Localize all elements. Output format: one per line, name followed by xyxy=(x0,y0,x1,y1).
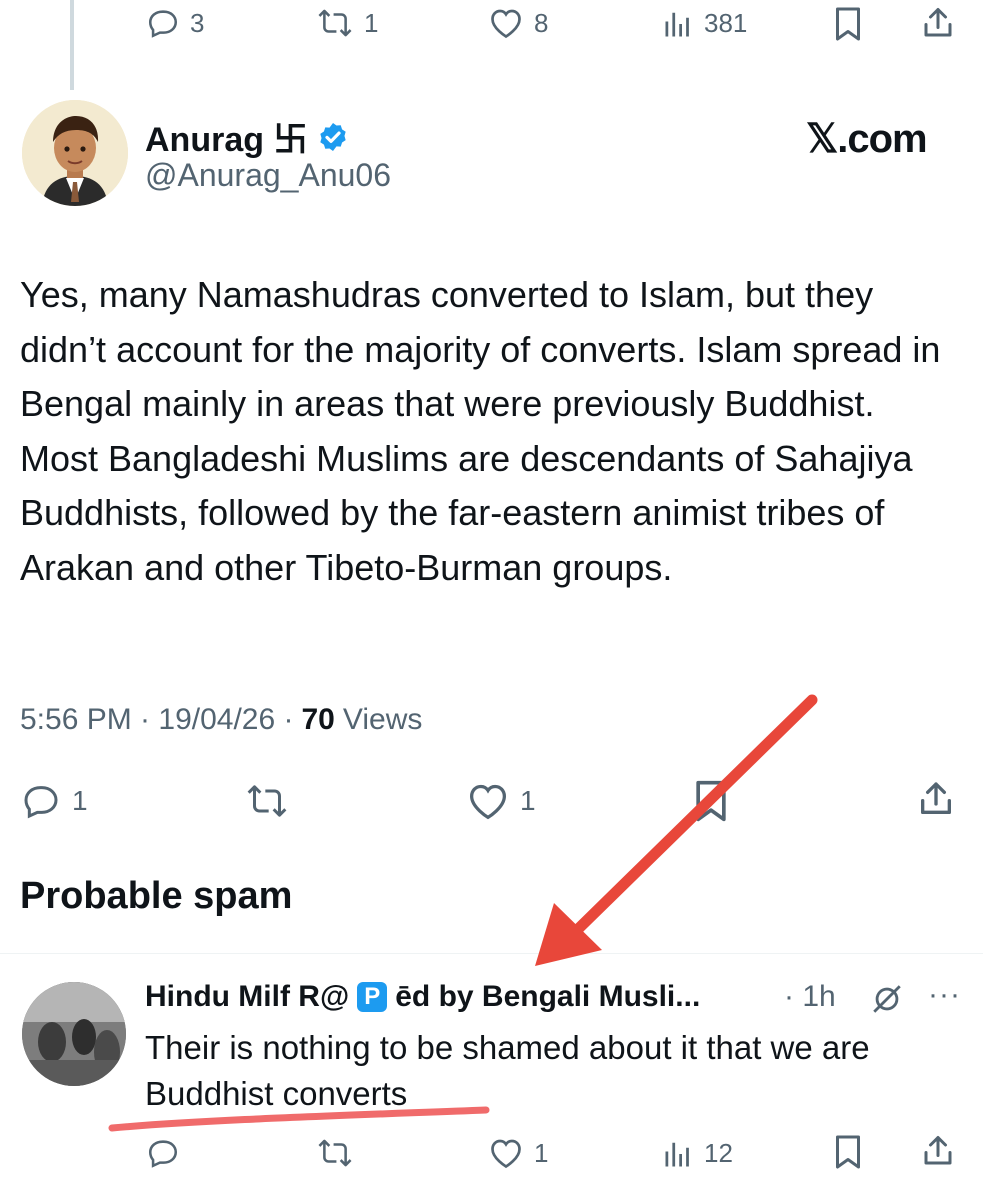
reply-bookmark-button[interactable] xyxy=(832,1134,864,1170)
heart-icon xyxy=(488,1136,524,1170)
bookmark-icon xyxy=(832,1134,864,1170)
grok-button[interactable] xyxy=(870,982,904,1016)
like-count: 1 xyxy=(520,785,536,816)
repost-icon xyxy=(243,781,291,821)
reply-text: Their is nothing to be shamed about it t… xyxy=(145,1025,945,1117)
repost-action-top[interactable]: 1 xyxy=(316,6,378,40)
parking-emoji-icon: P xyxy=(357,982,388,1012)
reply-name-part2: ēd by Bengali Musli... xyxy=(395,980,701,1013)
reply-reply-action[interactable] xyxy=(146,1136,180,1170)
reply-count: 1 xyxy=(72,785,88,816)
tweet-text: Yes, many Namashudras converted to Islam… xyxy=(20,274,941,588)
reply-count: 3 xyxy=(190,7,205,38)
tweet-views-label: Views xyxy=(342,703,423,736)
views-count: 381 xyxy=(704,8,748,38)
share-button[interactable] xyxy=(916,777,956,821)
reply-text-line1: Their is nothing to be shamed about it t… xyxy=(145,1029,870,1066)
heart-icon xyxy=(488,6,524,40)
reply-icon xyxy=(146,6,180,40)
reply-repost-action[interactable] xyxy=(316,1136,354,1170)
reply-like-action[interactable]: 1 xyxy=(488,1136,548,1170)
reply-views-count: 12 xyxy=(704,1138,733,1168)
share-icon xyxy=(920,1132,956,1170)
analytics-icon xyxy=(662,1139,694,1169)
reply-name-part1: Hindu Milf R@ xyxy=(145,980,350,1013)
share-icon xyxy=(920,4,956,42)
reply-action-top[interactable]: 3 xyxy=(146,6,204,40)
more-options-button[interactable]: ··· xyxy=(928,978,961,1012)
section-title-probable-spam: Probable spam xyxy=(20,875,293,917)
like-action[interactable]: 1 xyxy=(466,781,536,821)
repost-count: 1 xyxy=(364,7,379,38)
repost-icon xyxy=(316,6,354,40)
tweet-timestamp[interactable]: 5:56 PM · 19/04/26 · xyxy=(20,703,294,737)
bookmark-icon xyxy=(692,779,730,823)
x-com-logo: 𝕏.com xyxy=(806,117,928,161)
thread-connector-line xyxy=(70,0,74,90)
reply-views-action[interactable]: 12 xyxy=(662,1138,733,1169)
views-action-top[interactable]: 381 xyxy=(662,8,747,39)
author-name-text: Anurag 卐 xyxy=(145,121,308,159)
bookmark-button-top[interactable] xyxy=(832,6,864,42)
red-arrow-annotation xyxy=(535,694,818,966)
reply-author-avatar[interactable] xyxy=(22,982,126,1086)
like-count: 8 xyxy=(534,7,549,38)
tweet-meta: 5:56 PM · 19/04/26 · 70 Views xyxy=(20,703,422,737)
reply-like-count: 1 xyxy=(534,1137,549,1168)
repost-icon xyxy=(316,1136,354,1170)
reply-share-button[interactable] xyxy=(920,1132,956,1170)
reply-icon xyxy=(20,781,62,821)
tweet-views-count: 70 xyxy=(301,703,335,736)
bookmark-icon xyxy=(832,6,864,42)
bookmark-button[interactable] xyxy=(692,779,730,823)
analytics-icon xyxy=(662,9,694,39)
like-action-top[interactable]: 8 xyxy=(488,6,548,40)
share-button-top[interactable] xyxy=(920,4,956,42)
author-name[interactable]: Anurag 卐 xyxy=(145,112,349,161)
share-icon xyxy=(916,777,956,821)
reply-icon xyxy=(146,1136,180,1170)
verified-badge-icon xyxy=(317,121,349,153)
heart-icon xyxy=(466,781,510,821)
reply-timestamp[interactable]: · 1h xyxy=(784,980,836,1014)
reply-action[interactable]: 1 xyxy=(20,781,88,821)
repost-action[interactable] xyxy=(243,781,291,821)
grok-icon xyxy=(870,982,904,1016)
reply-text-line2: Buddhist converts xyxy=(145,1075,408,1112)
divider xyxy=(0,953,983,954)
author-handle[interactable]: @Anurag_Anu06 xyxy=(145,157,391,194)
author-avatar[interactable] xyxy=(22,100,128,206)
reply-author-name[interactable]: Hindu Milf R@ P ēd by Bengali Musli... xyxy=(145,980,700,1014)
